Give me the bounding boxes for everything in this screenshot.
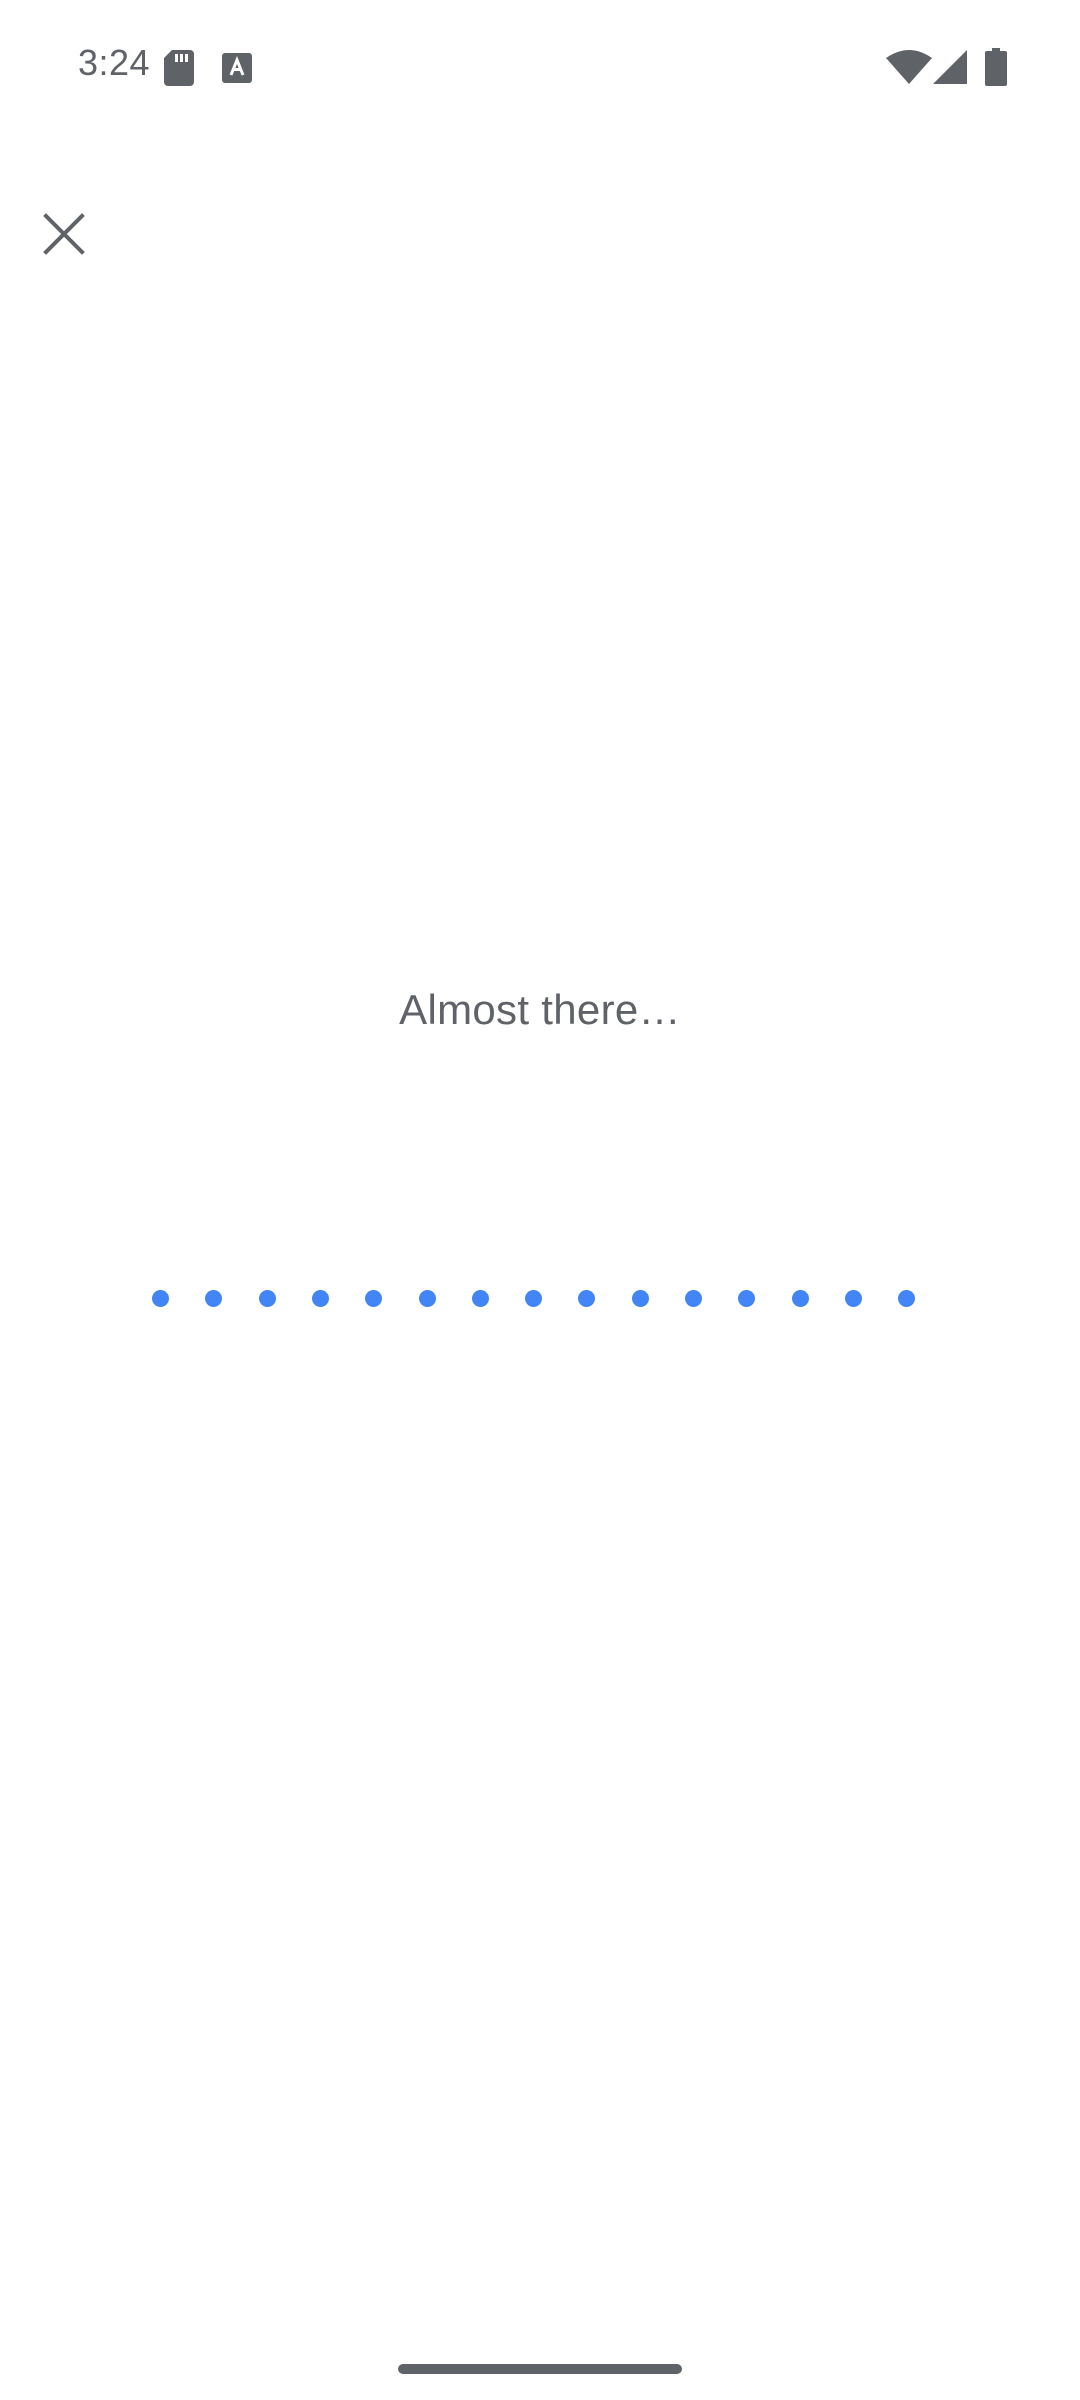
loading-dot xyxy=(365,1290,383,1307)
battery-icon xyxy=(985,48,1007,86)
a-notification-icon xyxy=(222,53,252,83)
loading-dot xyxy=(631,1290,649,1307)
close-icon xyxy=(43,213,85,255)
sd-card-icon xyxy=(164,50,194,86)
status-bar: 3:24 xyxy=(0,0,1080,136)
loading-dot xyxy=(258,1290,276,1307)
loading-dot xyxy=(898,1290,916,1307)
home-indicator[interactable] xyxy=(398,2364,682,2374)
loading-dot xyxy=(471,1290,489,1307)
loading-message: Almost there… xyxy=(399,986,681,1033)
loading-dot xyxy=(685,1290,702,1307)
loading-dot xyxy=(418,1290,436,1307)
loading-dot xyxy=(311,1290,329,1307)
status-time: 3:24 xyxy=(78,42,151,83)
wifi-icon xyxy=(886,50,932,84)
loading-dot xyxy=(844,1290,862,1307)
loading-dots-indicator xyxy=(152,1290,932,1308)
loading-dot xyxy=(738,1290,756,1307)
loading-dot xyxy=(791,1290,809,1307)
cell-signal-icon xyxy=(933,50,967,84)
loading-dot xyxy=(578,1290,596,1307)
loading-dot xyxy=(152,1290,169,1307)
close-button[interactable] xyxy=(18,188,110,280)
loading-dot xyxy=(205,1290,223,1307)
loading-dot xyxy=(525,1290,543,1307)
